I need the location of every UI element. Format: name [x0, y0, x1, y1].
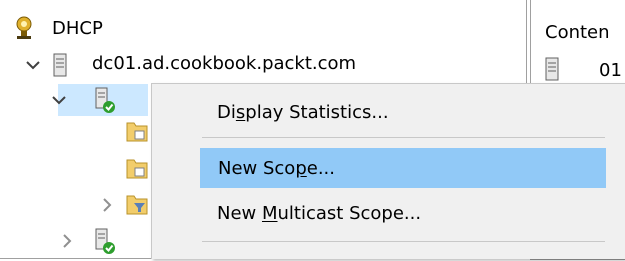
chevron-right-icon[interactable]: [98, 196, 116, 214]
server-icon: [545, 57, 559, 86]
menu-item-new-multicast-scope[interactable]: New Multicast Scope...: [152, 193, 625, 233]
menu-item-accelerator: s: [235, 101, 246, 123]
chevron-down-icon[interactable]: [50, 91, 68, 109]
menu-item-accelerator: M: [261, 202, 278, 224]
content-header[interactable]: Conten: [545, 22, 610, 43]
menu-separator: [202, 241, 605, 242]
menu-item-display-statistics[interactable]: Di s play Statistics...: [152, 92, 625, 132]
folder-icon: [126, 119, 148, 148]
menu-item-new-scope[interactable]: New Sco p e...: [200, 148, 606, 188]
menu-item-label: play Statistics...: [245, 101, 389, 123]
tree-node-label: DHCP: [52, 18, 103, 39]
server-ok-icon: [94, 228, 118, 261]
menu-item-accelerator: p: [295, 157, 307, 179]
chevron-down-icon[interactable]: [24, 56, 42, 74]
chevron-right-icon[interactable]: [58, 232, 76, 250]
folder-icon: [126, 156, 148, 185]
menu-item-label: ulticast Scope...: [277, 202, 422, 224]
menu-separator: [202, 137, 605, 138]
menu-item-label: Di: [217, 101, 236, 123]
menu-item-label: New Sco: [218, 157, 296, 179]
content-row-text[interactable]: 01: [599, 60, 622, 81]
dhcp-root-icon: [12, 16, 36, 45]
menu-item-label: e...: [306, 157, 336, 179]
tree-node-ipv4[interactable]: [52, 84, 148, 116]
tree-node-label: dc01.ad.cookbook.packt.com: [92, 53, 357, 74]
server-icon: [53, 53, 67, 82]
menu-item-label: New: [217, 202, 262, 224]
filter-folder-icon: [126, 192, 148, 221]
server-ok-icon: [94, 87, 118, 120]
context-menu[interactable]: Di s play Statistics... New Sco p e... New M…: [151, 83, 625, 259]
